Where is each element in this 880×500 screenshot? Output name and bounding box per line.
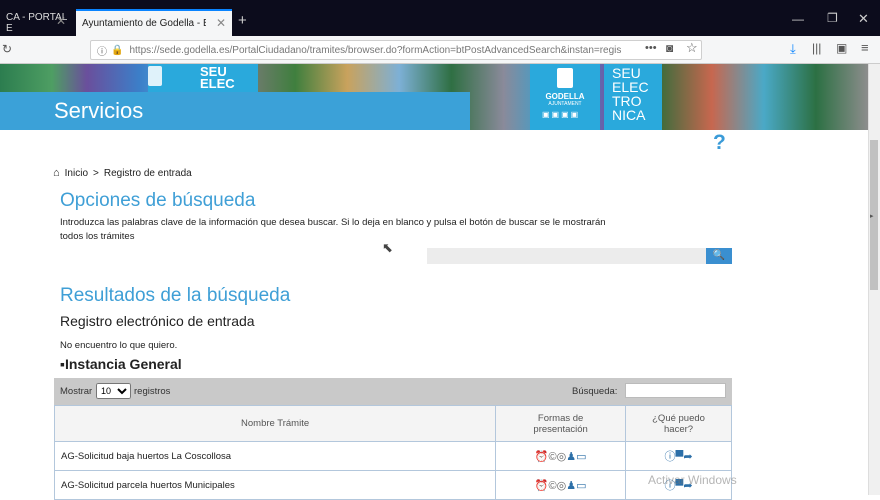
header-forms[interactable]: Formas de presentación xyxy=(495,405,627,442)
action-icons: ⓘ▀➦ xyxy=(625,441,732,471)
browser-tab-bar: CA - PORTAL E ✕ Ayuntamiento de Godella … xyxy=(0,0,880,36)
tab-godella[interactable]: Ayuntamiento de Godella - Bu ✕ xyxy=(76,9,232,36)
page-title: Servicios xyxy=(54,98,144,123)
breadcrumb-home[interactable]: Inicio xyxy=(65,168,88,179)
social-icons[interactable]: ▣▣▣▣ xyxy=(542,110,580,119)
table-row: AG-Solicitud baja huertos La Coscollosa … xyxy=(53,441,732,471)
show-label: Mostrar xyxy=(60,386,93,397)
breadcrumb-current: Registro de entrada xyxy=(103,167,192,179)
tab-portal[interactable]: CA - PORTAL E ✕ xyxy=(0,9,72,36)
pocket-icon[interactable]: ◙ xyxy=(666,41,673,55)
library-icon[interactable]: ||| xyxy=(812,41,821,55)
breadcrumb: ⌂ Inicio > Registro de entrada xyxy=(53,167,192,179)
share-icon[interactable]: ➦ xyxy=(683,451,692,463)
search-description: Introduzca las palabras clave de la info… xyxy=(60,217,606,242)
scroll-arrow-icon[interactable]: ▸ xyxy=(870,212,874,220)
results-heading: Resultados de la búsqueda xyxy=(60,285,291,306)
shield-icon xyxy=(148,66,162,86)
table-search-input[interactable] xyxy=(625,383,726,398)
download-icon[interactable]: ⤓ xyxy=(790,41,796,57)
close-icon[interactable]: ✕ xyxy=(216,16,226,30)
table-row: AG-Solicitud parcela huertos Municipales… xyxy=(53,470,732,500)
search-options-heading: Opciones de búsqueda xyxy=(60,190,256,211)
seu-logo-small: SEU ELEC xyxy=(148,64,258,92)
group-title-text: Instancia General xyxy=(64,356,182,372)
godella-text: GODELLA xyxy=(545,92,585,101)
clock-icon[interactable]: ⏰ xyxy=(535,451,549,463)
table-controls: Mostrar 10 registros Búsqueda: xyxy=(54,378,732,405)
computer-icon[interactable]: ▭ xyxy=(576,451,586,463)
certificate-icon[interactable]: © xyxy=(548,451,556,463)
url-text: https://sede.godella.es/PortalCiudadano/… xyxy=(129,44,622,56)
reload-icon[interactable]: ↻ xyxy=(2,42,12,56)
menu-icon[interactable]: ≡ xyxy=(861,40,869,55)
info-icon[interactable]: ⓘ xyxy=(97,43,107,58)
address-bar[interactable]: ⓘ 🔒 https://sede.godella.es/PortalCiudad… xyxy=(90,40,702,60)
sidebar-icon[interactable]: ▣ xyxy=(836,41,847,55)
row-name[interactable]: AG-Solicitud baja huertos La Coscollosa xyxy=(53,441,497,471)
more-icon[interactable]: ••• xyxy=(645,42,657,54)
certificate-icon[interactable]: © xyxy=(548,480,556,492)
header-banner: SEU ELEC Servicios GODELLA AJUNTAMENT ▣▣… xyxy=(0,64,868,130)
new-tab-icon[interactable]: + xyxy=(238,12,247,29)
table-header-row: Nombre Trámite Formas de presentación ¿Q… xyxy=(53,405,732,442)
shield-icon xyxy=(557,68,573,88)
navigation-bar: ↻ ⓘ 🔒 https://sede.godella.es/PortalCiud… xyxy=(0,36,880,64)
mouse-cursor-icon: ⬉ xyxy=(382,240,393,255)
person-icon[interactable]: ♟ xyxy=(566,451,576,463)
info-icon[interactable]: ⓘ xyxy=(665,451,676,463)
search-icon: 🔍 xyxy=(712,250,726,261)
header-actions[interactable]: ¿Qué puedo hacer? xyxy=(625,405,732,442)
not-found-link[interactable]: No encuentro lo que quiero. xyxy=(60,340,177,351)
person-icon[interactable]: ♟ xyxy=(566,480,576,492)
bookmark-star-icon[interactable]: ☆ xyxy=(686,40,698,56)
presentation-icons: ⏰©◎♟▭ xyxy=(495,441,627,471)
window-close-icon[interactable]: ✕ xyxy=(858,11,869,27)
ajuntament-text: AJUNTAMENT xyxy=(548,101,582,107)
search-input[interactable] xyxy=(427,248,706,264)
table-search-label: Búsqueda: xyxy=(572,386,618,397)
close-icon[interactable]: ✕ xyxy=(56,14,66,28)
phone-icon[interactable]: ◎ xyxy=(557,480,567,492)
group-title: ▪Instancia General xyxy=(60,356,182,372)
home-icon[interactable]: ⌂ xyxy=(53,167,60,179)
windows-watermark: Activar Windows xyxy=(648,473,737,487)
lock-icon: 🔒 xyxy=(111,44,124,56)
search-button[interactable]: 🔍 xyxy=(706,248,732,264)
seu-logo-big: SEU ELEC TRO NICA xyxy=(604,64,662,130)
minimize-icon[interactable]: — xyxy=(792,12,804,26)
tab-label: Ayuntamiento de Godella - Bu xyxy=(82,18,206,29)
breadcrumb-separator: > xyxy=(93,167,99,179)
results-subheading: Registro electrónico de entrada xyxy=(60,313,255,329)
results-table: Nombre Trámite Formas de presentación ¿Q… xyxy=(53,405,732,500)
row-name[interactable]: AG-Solicitud parcela huertos Municipales xyxy=(53,470,497,500)
restore-icon[interactable]: ❐ xyxy=(827,11,838,25)
phone-icon[interactable]: ◎ xyxy=(557,451,567,463)
seu-small-text: SEU ELEC xyxy=(200,64,235,91)
help-icon[interactable]: ? xyxy=(713,131,726,155)
computer-icon[interactable]: ▭ xyxy=(576,480,586,492)
header-name[interactable]: Nombre Trámite xyxy=(53,405,497,442)
presentation-icons: ⏰©◎♟▭ xyxy=(495,470,627,500)
clock-icon[interactable]: ⏰ xyxy=(535,480,549,492)
records-label: registros xyxy=(134,386,171,397)
seu-big-text: SEU ELEC TRO NICA xyxy=(612,65,649,123)
page-size-select[interactable]: 10 xyxy=(96,383,131,399)
godella-logo: GODELLA AJUNTAMENT ▣▣▣▣ xyxy=(530,64,600,130)
